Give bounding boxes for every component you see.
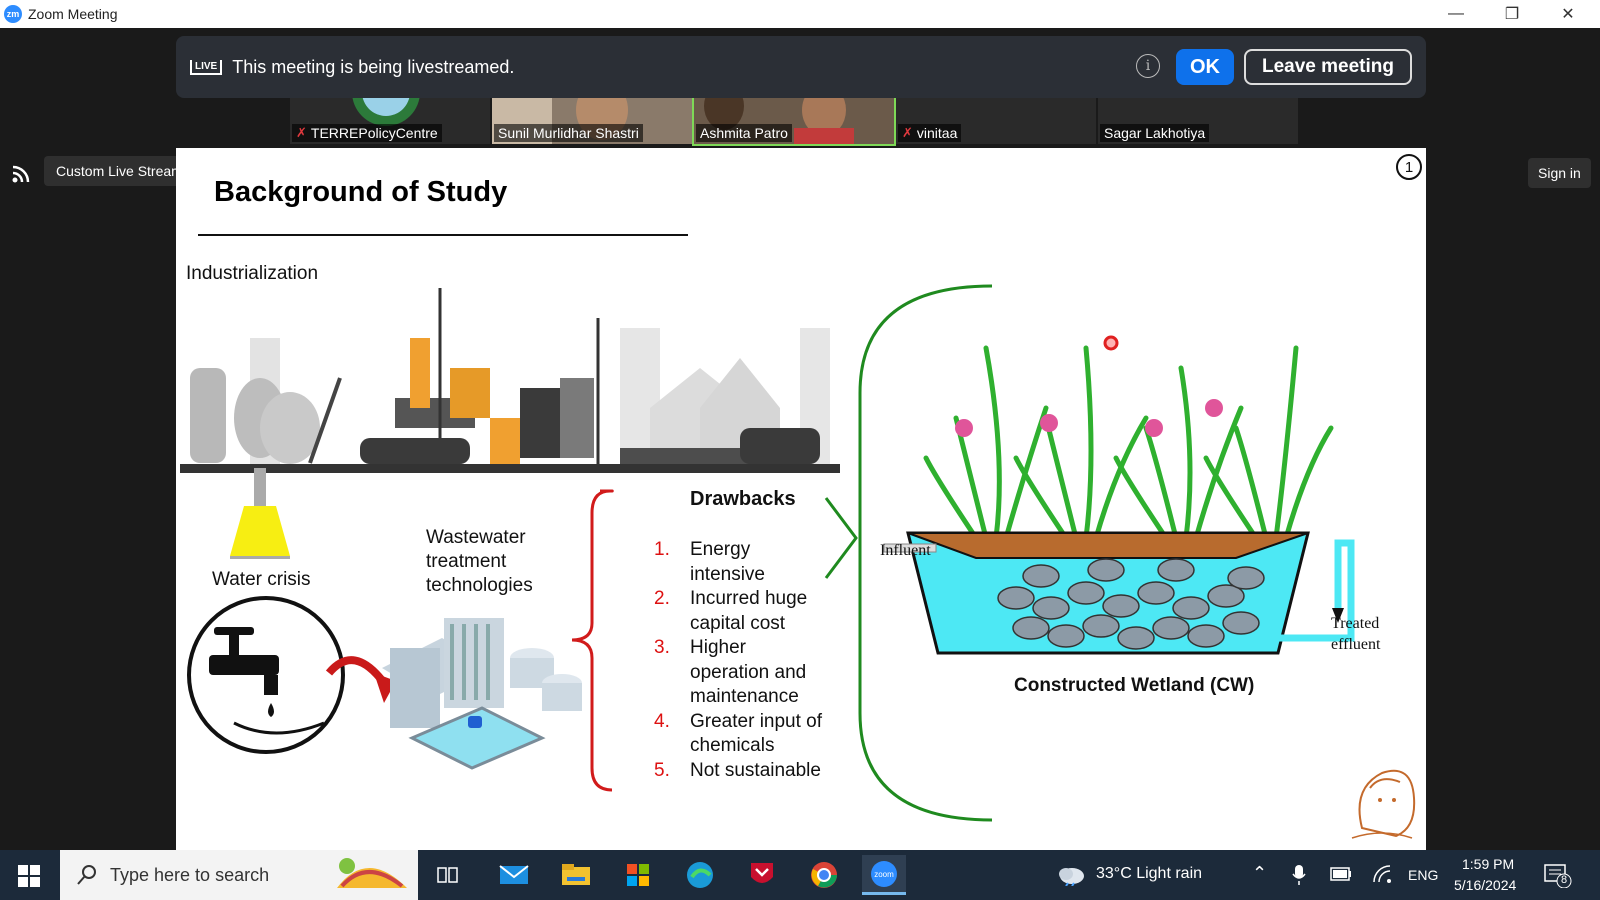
constructed-wetland-illustration [883,335,1355,655]
leave-meeting-button[interactable]: Leave meeting [1244,49,1412,85]
weather-cloud-icon[interactable] [1056,862,1086,886]
notification-icon[interactable] [1544,864,1572,888]
participant-name: Ashmita Patro [700,125,788,141]
list-text: Greater input of [690,710,823,732]
info-icon[interactable]: i [1136,54,1160,78]
water-tap-icon [187,596,396,754]
industrialization-label: Industrialization [186,263,319,284]
list-number: 5. [654,759,670,781]
svg-text:zoom: zoom [874,870,894,879]
file-explorer-icon[interactable] [560,860,592,890]
weather-text[interactable]: 33°C Light rain [1096,865,1202,883]
constructed-wetland-label: Constructed Wetland (CW) [1014,675,1255,696]
banner-message: This meeting is being livestreamed. [232,56,515,77]
portrait-logo [1351,769,1416,839]
red-bracket [571,489,614,792]
wifi-icon[interactable] [1372,864,1392,884]
treated-line: effluent [1331,636,1381,653]
participant-name: vinitaa [916,125,958,141]
store-icon[interactable] [622,860,654,890]
edge-browser-icon[interactable] [684,860,716,890]
mic-muted-icon: ✗ [902,125,913,140]
title-underline [198,234,688,236]
close-icon[interactable]: ✕ [1540,0,1596,28]
sign-in-button[interactable]: Sign in [1528,158,1591,188]
list-number: 3. [654,637,670,658]
participant-name: Sagar Lakhotiya [1104,125,1206,141]
chevron-up-icon[interactable]: ⌃ [1252,863,1267,884]
search-icon [77,865,96,885]
participant-name: Sunil Murlidhar Shastri [498,125,639,141]
restore-icon[interactable]: ❐ [1484,0,1540,28]
mic-muted-icon: ✗ [296,125,307,140]
slide-number: 1 [1396,154,1422,180]
influent-label: Influent [880,542,931,559]
list-text: chemicals [690,735,775,756]
industry-illustration [180,288,840,473]
title-bar: zm Zoom Meeting — ❐ ✕ [0,0,1600,28]
microphone-icon[interactable] [1292,864,1306,886]
mail-icon[interactable] [498,860,530,890]
livestream-banner: LIVE This meeting is being livestreamed.… [176,36,1426,98]
water-crisis-label: Water crisis [212,569,311,590]
taskbar: Type here to search zoom 33°C Light rain… [0,850,1600,900]
treated-effluent-label: Treated effluent [1331,613,1380,655]
treated-line: Treated [1331,615,1380,632]
list-text: Energy [690,539,751,560]
treatment-plant-illustration [382,618,582,770]
slide-title: Background of Study [214,176,508,208]
live-badge: LIVE [190,59,223,75]
task-view-icon[interactable] [432,860,464,890]
lamp-icon [230,468,290,559]
meeting-area: ✗ TERREPolicyCentre Sunil Murlidhar Shast… [0,28,1600,850]
language-indicator[interactable]: ENG [1408,867,1438,883]
clock-date[interactable]: 5/16/2024 [1454,877,1516,893]
mcafee-icon[interactable] [746,860,778,890]
zoom-taskbar-icon[interactable]: zoom [862,855,906,895]
chrome-icon[interactable] [808,860,840,890]
battery-icon[interactable] [1330,867,1352,881]
window-title: Zoom Meeting [28,6,118,22]
ok-button[interactable]: OK [1176,49,1234,85]
list-text: maintenance [690,686,799,707]
rss-stream-icon [12,165,30,183]
notification-count: 8 [1561,874,1568,886]
zoom-logo-icon: zm [4,5,22,23]
shared-slide: 1 Background of Study Industrialization [176,148,1426,850]
list-number: 4. [654,710,670,732]
list-text: Higher [690,637,746,658]
taco-icon [337,858,407,888]
clock-time[interactable]: 1:59 PM [1462,856,1514,872]
list-text: capital cost [690,612,786,634]
drawbacks-title: Drawbacks [690,488,796,510]
taskbar-search-box[interactable]: Type here to search [60,850,418,900]
list-text: operation and [690,661,807,683]
search-placeholder: Type here to search [110,864,270,885]
list-text: intensive [690,563,765,585]
list-text: Incurred huge [690,588,808,609]
list-number: 1. [654,539,670,560]
windows-start-icon[interactable] [18,865,40,887]
list-number: 2. [654,588,670,609]
participant-name: TERREPolicyCentre [310,125,438,141]
list-text: Not sustainable [690,759,821,781]
minimize-icon[interactable]: — [1428,0,1484,28]
